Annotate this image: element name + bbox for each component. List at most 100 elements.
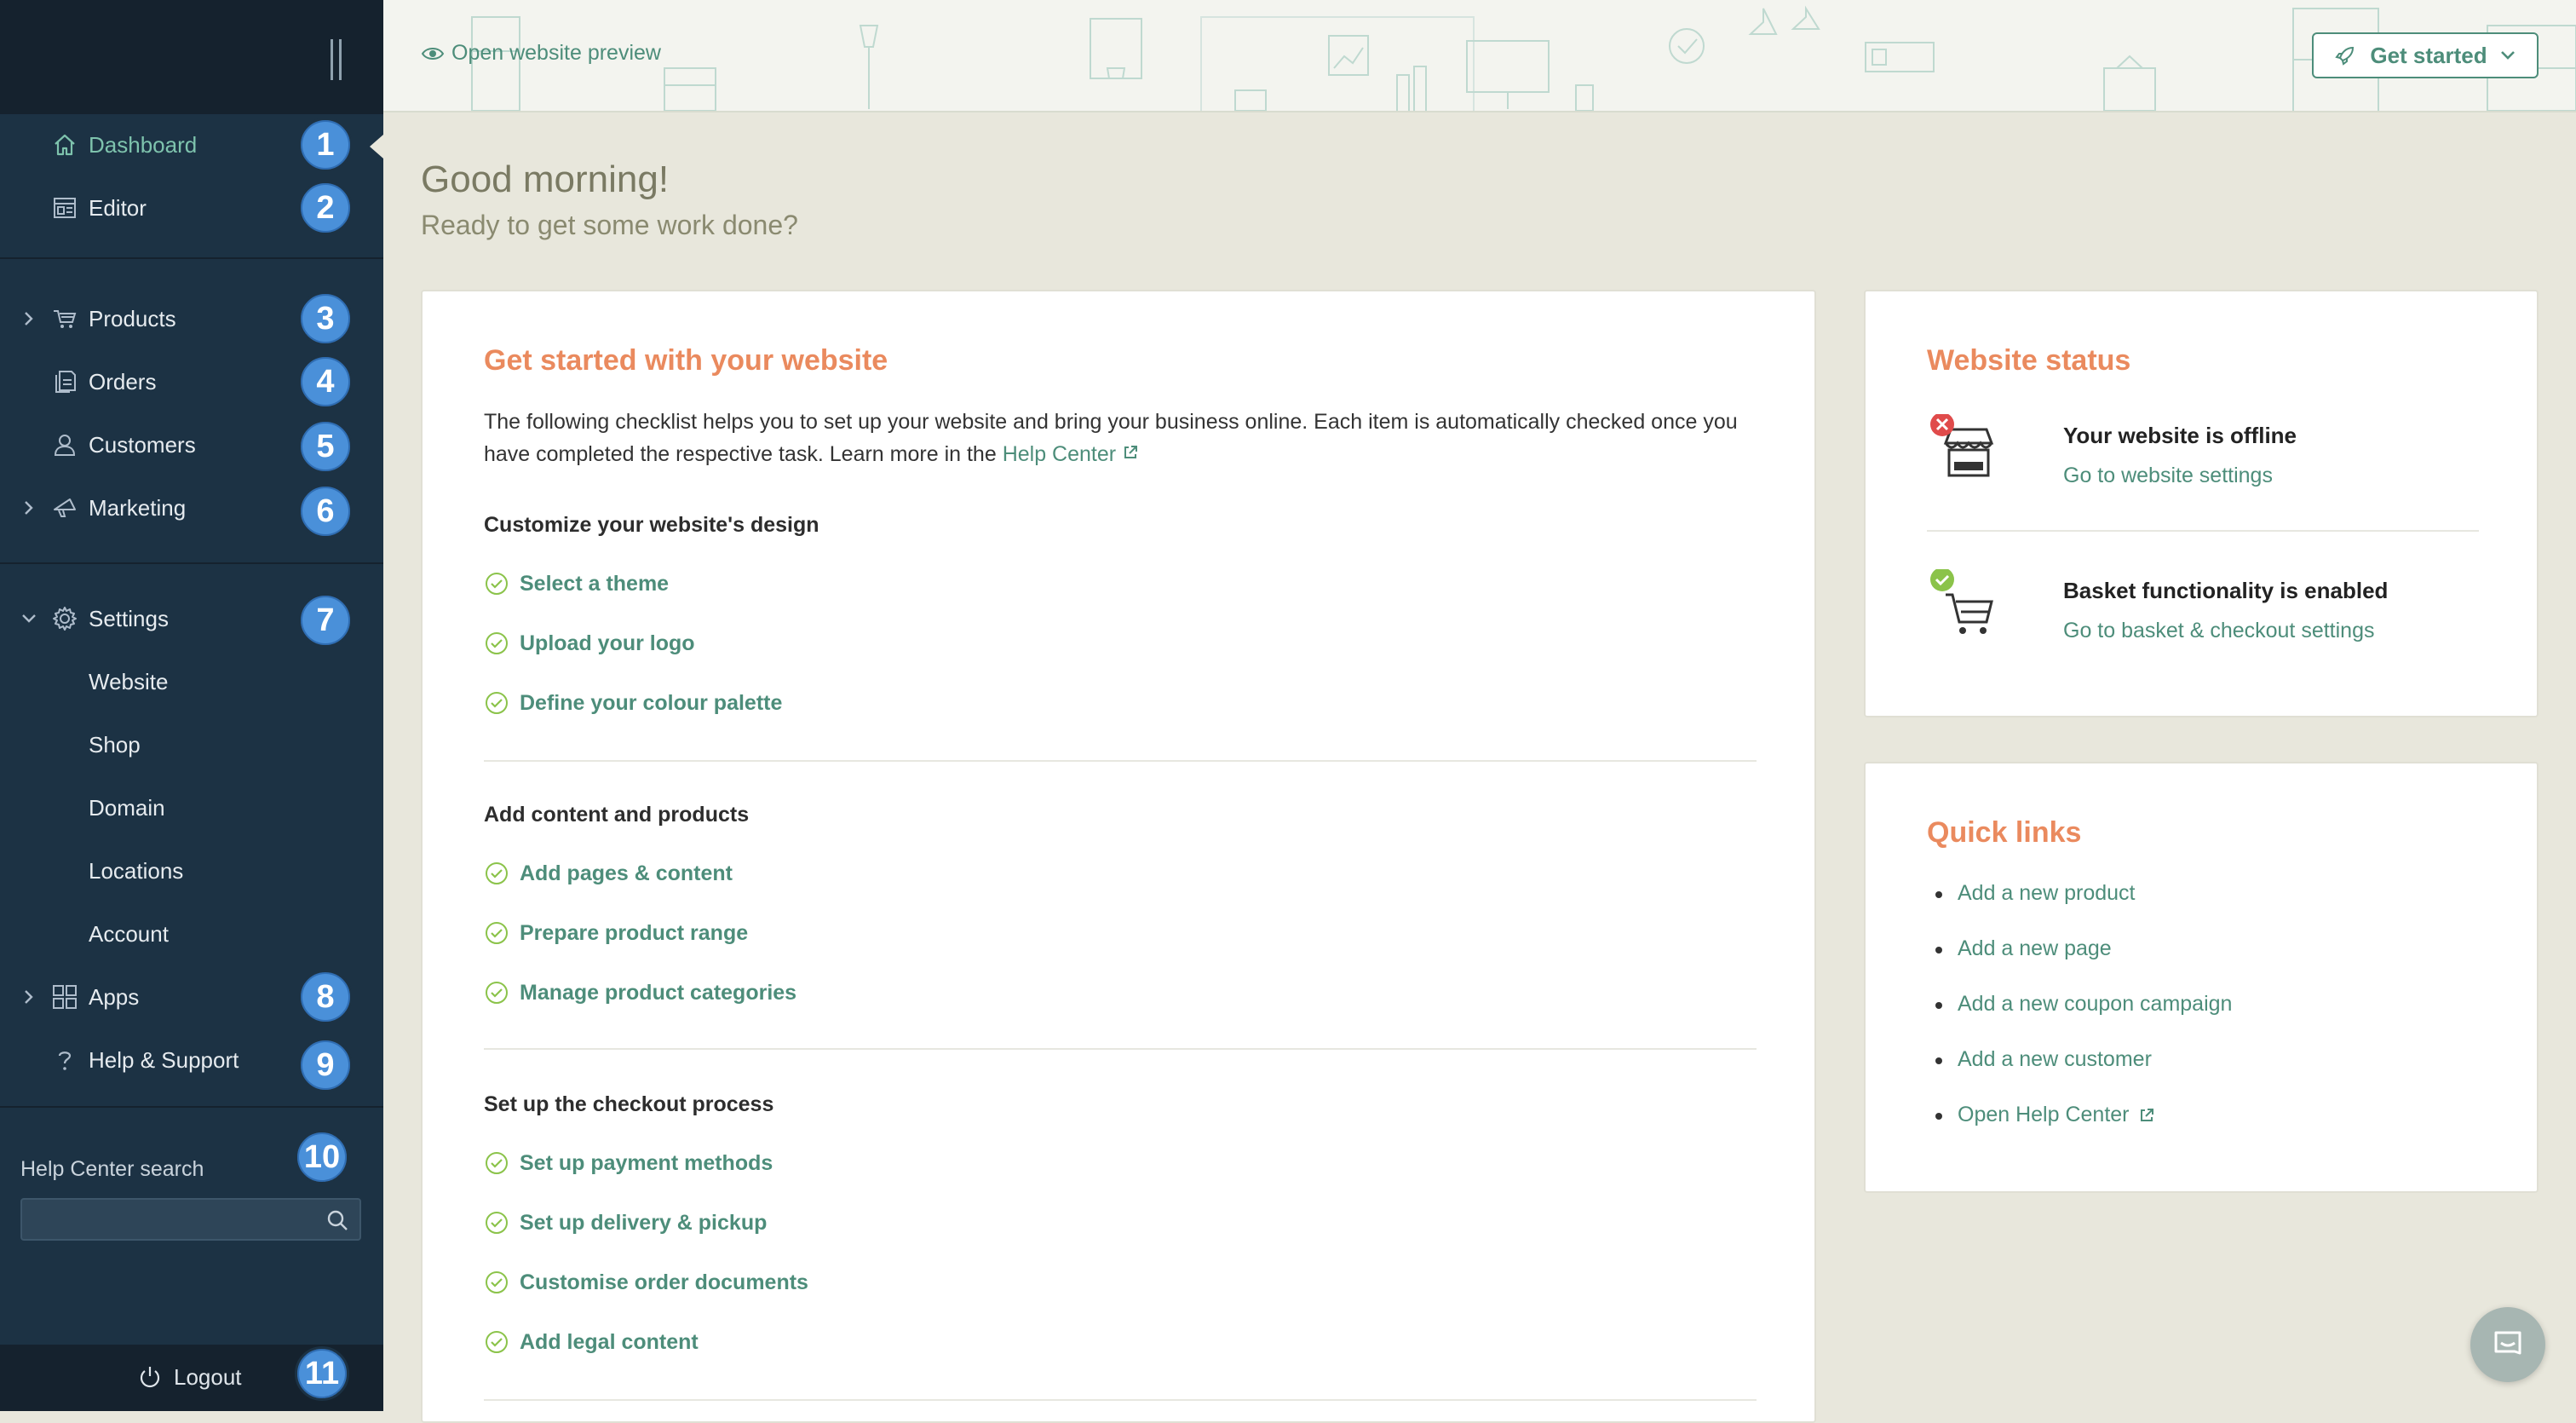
annotation-badge-10: 10 bbox=[295, 1130, 349, 1184]
sidebar-subitem-account[interactable]: Account bbox=[0, 903, 383, 965]
quick-link-add-product[interactable]: Add a new product bbox=[1935, 881, 2135, 906]
status-divider bbox=[1927, 530, 2479, 532]
status-row-offline: Your website is offline Go to website se… bbox=[1927, 412, 2489, 499]
checklist-item-label: Set up payment methods bbox=[520, 1150, 773, 1175]
sidebar-item-label: Domain bbox=[89, 795, 165, 821]
search-icon[interactable] bbox=[325, 1208, 349, 1232]
sidebar-divider bbox=[0, 257, 383, 259]
quick-link-help-center[interactable]: Open Help Center bbox=[1935, 1103, 2155, 1127]
check-circle-icon bbox=[486, 1331, 508, 1353]
annotation-badge-8: 8 bbox=[298, 970, 353, 1024]
sidebar-item-label: Products bbox=[89, 306, 176, 331]
get-started-label: Get started bbox=[2370, 42, 2487, 68]
checklist-item-label: Manage product categories bbox=[520, 980, 797, 1005]
annotation-badge-4: 4 bbox=[298, 354, 353, 409]
check-circle-icon bbox=[486, 1152, 508, 1174]
sidebar-item-label: Orders bbox=[89, 369, 157, 395]
chevron-right-icon[interactable] bbox=[19, 498, 39, 518]
annotation-badge-5: 5 bbox=[298, 419, 353, 474]
help-center-search-label: Help Center search bbox=[20, 1157, 204, 1181]
quick-link-label: Add a new customer bbox=[1958, 1047, 2152, 1071]
preview-link-label: Open website preview bbox=[451, 41, 661, 65]
apps-icon bbox=[51, 983, 78, 1011]
sidebar-divider bbox=[0, 562, 383, 564]
sidebar-item-label: Help & Support bbox=[89, 1047, 239, 1073]
checklist-item-label: Add pages & content bbox=[520, 861, 733, 885]
quick-link-add-coupon[interactable]: Add a new coupon campaign bbox=[1935, 992, 2233, 1017]
sidebar-item-label: Dashboard bbox=[89, 132, 198, 158]
sidebar-divider bbox=[0, 1106, 383, 1108]
annotation-badge-9: 9 bbox=[298, 1038, 353, 1092]
checklist-item-product-range[interactable]: Prepare product range bbox=[484, 919, 748, 948]
checklist-item-delivery-pickup[interactable]: Set up delivery & pickup bbox=[484, 1208, 767, 1237]
checklist-divider bbox=[484, 760, 1757, 762]
check-circle-icon bbox=[486, 632, 508, 654]
checklist-item-label: Prepare product range bbox=[520, 920, 749, 945]
status-row-title: Basket functionality is enabled bbox=[2063, 578, 2389, 603]
chevron-right-icon[interactable] bbox=[19, 987, 39, 1007]
help-center-link[interactable]: Help Center bbox=[1003, 442, 1139, 466]
help-icon bbox=[51, 1046, 78, 1074]
get-started-dropdown-button[interactable]: Get started bbox=[2312, 32, 2539, 78]
checklist-item-label: Customise order documents bbox=[520, 1270, 808, 1294]
quick-link-add-customer[interactable]: Add a new customer bbox=[1935, 1047, 2152, 1072]
eye-icon bbox=[421, 47, 445, 60]
basket-checkout-settings-link[interactable]: Go to basket & checkout settings bbox=[2063, 619, 2374, 643]
checklist-item-colour-palette[interactable]: Define your colour palette bbox=[484, 688, 782, 717]
chat-launcher-button[interactable] bbox=[2470, 1307, 2545, 1382]
check-circle-icon bbox=[486, 862, 508, 884]
checklist-intro: The following checklist helps you to set… bbox=[484, 406, 1762, 470]
sidebar-item-label: Apps bbox=[89, 984, 140, 1010]
website-status-card: Website status Your website is offline G… bbox=[1864, 290, 2539, 717]
checklist-item-order-documents[interactable]: Customise order documents bbox=[484, 1268, 808, 1297]
checklist-item-pages-content[interactable]: Add pages & content bbox=[484, 859, 733, 888]
annotation-badge-11: 11 bbox=[295, 1346, 349, 1401]
chevron-right-icon[interactable] bbox=[19, 308, 39, 329]
status-row-basket: Basket functionality is enabled Go to ba… bbox=[1927, 567, 2489, 654]
cart-icon bbox=[51, 305, 78, 332]
help-center-search-input[interactable] bbox=[22, 1200, 312, 1239]
chevron-down-icon[interactable] bbox=[19, 608, 39, 629]
sidebar-item-label: Locations bbox=[89, 858, 184, 884]
quick-link-label: Add a new coupon campaign bbox=[1958, 992, 2233, 1016]
annotation-badge-7: 7 bbox=[298, 593, 353, 648]
checklist-item-label: Upload your logo bbox=[520, 631, 695, 655]
sidebar-subitem-domain[interactable]: Domain bbox=[0, 777, 383, 838]
help-center-link-label: Help Center bbox=[1002, 442, 1117, 466]
annotation-badge-2: 2 bbox=[298, 181, 353, 235]
chevron-down-icon bbox=[2500, 51, 2515, 60]
checklist-item-label: Define your colour palette bbox=[520, 690, 783, 715]
megaphone-icon bbox=[51, 494, 78, 521]
checklist-item-payment-methods[interactable]: Set up payment methods bbox=[484, 1149, 773, 1178]
sidebar-item-label: Settings bbox=[89, 606, 169, 631]
help-center-search-field bbox=[20, 1198, 361, 1241]
quick-link-label: Open Help Center bbox=[1958, 1103, 2130, 1126]
checklist-item-product-categories[interactable]: Manage product categories bbox=[484, 978, 796, 1007]
checklist-item-legal-content[interactable]: Add legal content bbox=[484, 1328, 699, 1357]
checklist-item-select-theme[interactable]: Select a theme bbox=[484, 569, 669, 598]
check-circle-icon bbox=[486, 982, 508, 1004]
sidebar-subitem-shop[interactable]: Shop bbox=[0, 714, 383, 775]
gear-icon bbox=[51, 605, 78, 632]
open-website-preview-link[interactable]: Open website preview bbox=[421, 41, 661, 66]
sidebar-subitem-locations[interactable]: Locations bbox=[0, 840, 383, 902]
check-circle-icon bbox=[486, 692, 508, 714]
status-row-title: Your website is offline bbox=[2063, 423, 2297, 448]
website-status-title: Website status bbox=[1927, 344, 2131, 377]
checklist-item-upload-logo[interactable]: Upload your logo bbox=[484, 629, 695, 658]
checklist-item-label: Set up delivery & pickup bbox=[520, 1210, 768, 1235]
greeting-subheading: Ready to get some work done? bbox=[421, 210, 798, 240]
annotation-badge-1: 1 bbox=[298, 118, 353, 172]
sidebar-item-label: Account bbox=[89, 921, 169, 947]
sidebar-subitem-website[interactable]: Website bbox=[0, 651, 383, 712]
website-settings-link[interactable]: Go to website settings bbox=[2063, 464, 2273, 488]
logout-button[interactable]: Logout bbox=[136, 1362, 242, 1392]
sidebar-toggle-icon[interactable] bbox=[329, 39, 354, 80]
external-link-icon bbox=[1124, 446, 1138, 458]
section-title-checkout: Set up the checkout process bbox=[484, 1092, 774, 1116]
top-header: Open website preview Get started bbox=[383, 0, 2576, 112]
greeting-heading: Good morning! bbox=[421, 158, 670, 200]
sidebar-item-label: Website bbox=[89, 669, 169, 694]
checklist-card: Get started with your website The follow… bbox=[421, 290, 1816, 1423]
quick-link-add-page[interactable]: Add a new page bbox=[1935, 936, 2112, 961]
